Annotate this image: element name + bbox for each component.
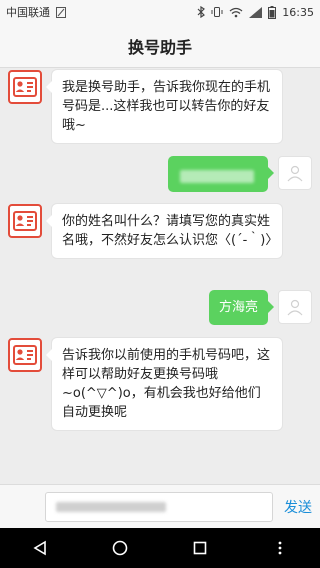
message-text: 告诉我你以前使用的手机号码吧，这样可以帮助好友更换号码哦~o(^▽^)o，有机会… bbox=[62, 348, 271, 420]
user-placeholder-icon bbox=[287, 299, 303, 316]
home-button[interactable] bbox=[100, 528, 140, 568]
system-nav-bar bbox=[0, 528, 320, 568]
message-bubble[interactable]: 方海亮 bbox=[208, 290, 275, 325]
wifi-icon bbox=[229, 7, 243, 18]
bot-avatar[interactable] bbox=[8, 204, 42, 238]
bot-avatar[interactable] bbox=[8, 338, 42, 372]
back-button[interactable] bbox=[20, 528, 60, 568]
bluetooth-icon bbox=[197, 6, 206, 18]
id-card-icon bbox=[13, 211, 37, 231]
blurred-phone-number bbox=[180, 170, 254, 183]
title-bar: 换号助手 bbox=[0, 24, 320, 68]
message-user-1 bbox=[168, 156, 312, 192]
message-bot-2: 你的姓名叫什么？请填写您的真实姓名哦，不然好友怎么认识您〈(´-｀)〉 bbox=[8, 204, 282, 258]
send-button[interactable]: 发送 bbox=[284, 497, 312, 517]
bot-avatar[interactable] bbox=[8, 70, 42, 104]
back-icon bbox=[33, 540, 46, 556]
message-text: 方海亮 bbox=[218, 300, 258, 315]
input-bar: 发送 bbox=[0, 484, 320, 528]
message-text: 我是换号助手，告诉我你现在的手机号码是...这样我也可以转告你的好友哦~ bbox=[62, 80, 271, 133]
message-text: 你的姓名叫什么？请填写您的真实姓名哦，不然好友怎么认识您〈(´-｀)〉 bbox=[62, 214, 279, 248]
message-input[interactable] bbox=[45, 492, 273, 522]
status-bar: 中国联通 16:35 bbox=[0, 0, 320, 24]
menu-button[interactable] bbox=[260, 528, 300, 568]
blurred-input-text bbox=[56, 502, 166, 512]
user-avatar[interactable] bbox=[278, 156, 312, 190]
message-bot-3: 告诉我你以前使用的手机号码吧，这样可以帮助好友更换号码哦~o(^▽^)o，有机会… bbox=[8, 338, 282, 430]
carrier-label: 中国联通 bbox=[6, 6, 50, 19]
message-bubble[interactable]: 告诉我你以前使用的手机号码吧，这样可以帮助好友更换号码哦~o(^▽^)o，有机会… bbox=[46, 338, 282, 430]
message-bot-1: 我是换号助手，告诉我你现在的手机号码是...这样我也可以转告你的好友哦~ bbox=[8, 70, 282, 143]
user-placeholder-icon bbox=[287, 165, 303, 182]
recents-icon bbox=[193, 541, 207, 555]
message-bubble[interactable]: 我是换号助手，告诉我你现在的手机号码是...这样我也可以转告你的好友哦~ bbox=[46, 70, 282, 143]
user-avatar[interactable] bbox=[278, 290, 312, 324]
sim-icon bbox=[56, 6, 66, 18]
message-bubble[interactable] bbox=[168, 156, 274, 192]
clock-time: 16:35 bbox=[282, 5, 314, 19]
id-card-icon bbox=[13, 77, 37, 97]
message-user-2: 方海亮 bbox=[208, 290, 312, 325]
signal-icon bbox=[249, 6, 263, 18]
message-bubble[interactable]: 你的姓名叫什么？请填写您的真实姓名哦，不然好友怎么认识您〈(´-｀)〉 bbox=[46, 204, 282, 258]
chat-area[interactable]: 我是换号助手，告诉我你现在的手机号码是...这样我也可以转告你的好友哦~ 你的姓… bbox=[0, 68, 320, 484]
menu-icon bbox=[278, 541, 282, 555]
recents-button[interactable] bbox=[180, 528, 220, 568]
id-card-icon bbox=[13, 345, 37, 365]
page-title: 换号助手 bbox=[127, 37, 192, 57]
vibrate-icon bbox=[211, 6, 223, 18]
home-icon bbox=[112, 540, 128, 556]
battery-icon bbox=[268, 5, 277, 19]
